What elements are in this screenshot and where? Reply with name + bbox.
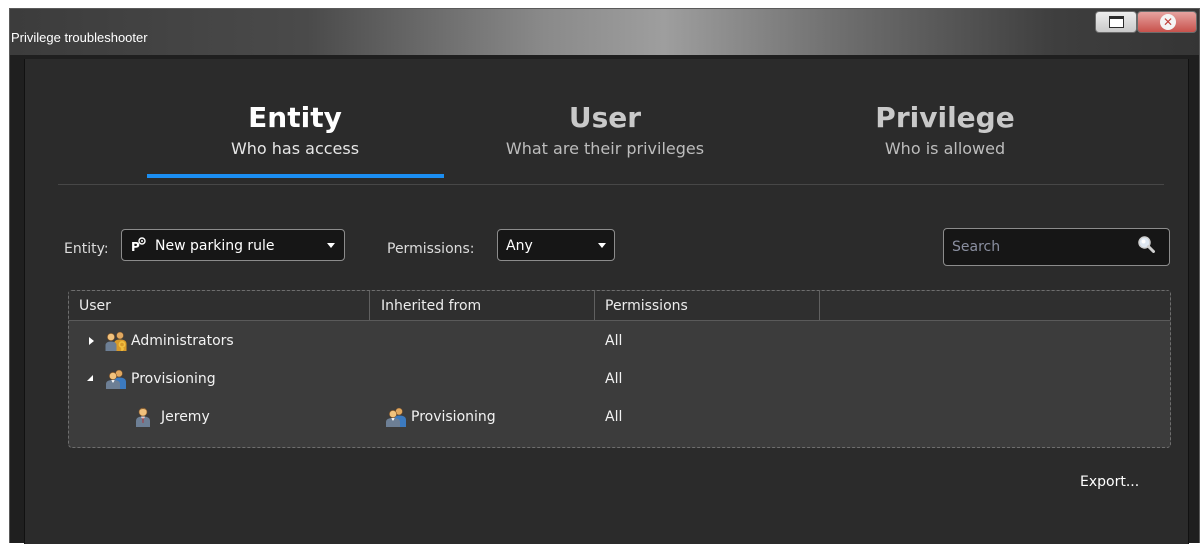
window-title: Privilege troubleshooter: [11, 30, 148, 45]
admin-group-icon: [105, 331, 127, 351]
column-separator[interactable]: [369, 291, 370, 320]
close-button[interactable]: ✕: [1137, 11, 1197, 33]
tab-privilege-title: Privilege: [875, 101, 1015, 134]
tab-user-title: User: [568, 101, 642, 134]
maximize-button[interactable]: [1095, 11, 1137, 33]
permissions-cell: All: [605, 333, 623, 349]
column-separator[interactable]: [819, 291, 820, 320]
permissions-dropdown-value: Any: [506, 238, 533, 254]
table-row[interactable]: Administrators All: [69, 322, 1170, 360]
collapse-arrow-icon[interactable]: [87, 375, 93, 381]
parking-rule-icon: P: [131, 237, 146, 253]
tabs-divider: [58, 184, 1164, 185]
tab-entity-subtitle: Who has access: [230, 139, 360, 158]
column-header-inherited-from[interactable]: Inherited from: [381, 297, 481, 315]
maximize-icon: [1109, 16, 1124, 28]
tab-privilege-subtitle: Who is allowed: [884, 139, 1006, 158]
active-tab-indicator: [147, 174, 444, 178]
permissions-dropdown[interactable]: Any: [497, 229, 615, 261]
chevron-down-icon: [598, 243, 606, 248]
inherited-from-cell: Provisioning: [411, 409, 496, 425]
export-button[interactable]: Export...: [1080, 473, 1139, 491]
column-header-user[interactable]: User: [79, 297, 111, 315]
tab-user-subtitle: What are their privileges: [505, 139, 705, 158]
permissions-cell: All: [605, 371, 623, 387]
user-cell: Provisioning: [131, 371, 216, 387]
access-table: User Inherited from Permissions Administ…: [68, 290, 1171, 448]
search-icon: [1138, 236, 1155, 253]
title-bar[interactable]: Privilege troubleshooter ✕: [10, 9, 1199, 55]
tab-entity[interactable]: Entity Who has access: [205, 101, 385, 160]
user-cell: Jeremy: [161, 409, 210, 425]
table-row[interactable]: Provisioning All: [69, 360, 1170, 398]
content-panel: Entity Who has access User What are thei…: [24, 59, 1189, 544]
table-row[interactable]: Jeremy Provisioning All: [69, 398, 1170, 436]
column-separator[interactable]: [594, 291, 595, 320]
search-box[interactable]: [943, 228, 1170, 266]
permissions-filter-label: Permissions:: [387, 241, 475, 257]
entity-filter-label: Entity:: [64, 241, 109, 257]
search-input[interactable]: [952, 236, 1132, 258]
table-header: User Inherited from Permissions: [69, 291, 1170, 321]
user-group-icon: [105, 369, 127, 389]
close-icon: ✕: [1160, 14, 1176, 30]
expand-arrow-icon[interactable]: [89, 337, 94, 345]
entity-dropdown[interactable]: P New parking rule: [121, 229, 345, 261]
permissions-cell: All: [605, 409, 623, 425]
user-icon: [135, 407, 151, 427]
column-header-permissions[interactable]: Permissions: [605, 297, 688, 315]
tab-privilege[interactable]: Privilege Who is allowed: [845, 101, 1045, 160]
entity-dropdown-value: New parking rule: [155, 238, 275, 254]
tab-user[interactable]: User What are their privileges: [480, 101, 730, 160]
chevron-down-icon: [327, 243, 335, 248]
privilege-troubleshooter-window: Privilege troubleshooter ✕ Entity Who ha…: [9, 8, 1200, 544]
tab-entity-title: Entity: [248, 101, 342, 134]
user-group-icon: [385, 407, 407, 427]
user-cell: Administrators: [131, 333, 234, 349]
